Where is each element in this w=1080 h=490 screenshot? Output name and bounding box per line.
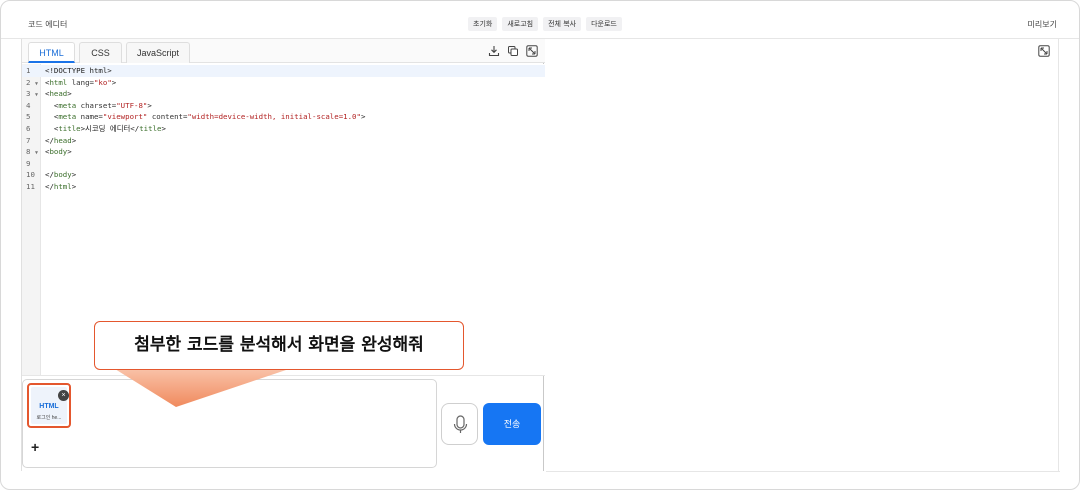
code-token: title — [139, 124, 162, 133]
code-line[interactable]: 2 ▼ <html lang="ko"> — [22, 77, 545, 89]
code-line[interactable]: 8 ▼ <body> — [22, 146, 545, 158]
line-number: 4 — [26, 100, 31, 110]
code-token: lang= — [67, 77, 94, 87]
line-number: 9 — [26, 158, 31, 168]
code-token: "ko" — [93, 77, 112, 87]
code-token: >시코딩 에디터</ — [80, 124, 140, 133]
code-text: <head> — [45, 88, 72, 100]
tab-css[interactable]: CSS — [79, 42, 122, 63]
microphone-icon — [453, 415, 468, 433]
code-token: > — [71, 170, 77, 180]
code-text: <title>시코딩 에디터</title> — [45, 123, 166, 135]
code-token: > — [67, 89, 72, 99]
code-text: <body> — [45, 146, 72, 158]
code-token: content= — [147, 112, 188, 122]
code-token: "UTF-8" — [116, 100, 148, 110]
code-token: < — [45, 124, 59, 133]
code-token: </ — [45, 170, 54, 180]
chat-input-box[interactable]: HTML 로그인 he... × + — [22, 379, 437, 468]
code-line[interactable]: 3 ▼ <head> — [22, 88, 545, 100]
line-number: 10 — [26, 170, 35, 180]
reset-button[interactable]: 초기화 — [468, 17, 498, 31]
code-token: head — [49, 89, 68, 99]
attachment-card[interactable]: HTML 로그인 he... × — [27, 383, 71, 428]
code-text: </html> — [45, 181, 76, 193]
code-line[interactable]: 6 <title>시코딩 에디터</title> — [22, 123, 545, 135]
code-line[interactable]: 9 — [22, 158, 545, 170]
preview-expand-icon[interactable] — [1038, 44, 1050, 57]
code-token: html — [49, 77, 68, 87]
code-token: meta — [58, 112, 77, 122]
callout-text: 첨부한 코드를 분석해서 화면을 완성해줘 — [134, 335, 424, 355]
line-number: 5 — [26, 112, 31, 122]
code-text: <meta charset="UTF-8"> — [45, 100, 152, 112]
preview-label: 미리보기 — [1027, 20, 1057, 29]
code-token: html — [53, 182, 72, 191]
code-token: > — [161, 124, 166, 133]
add-attachment-button[interactable]: + — [31, 439, 39, 455]
action-buttons: 초기화 새로고침 전체 복사 다운로드 — [468, 17, 622, 31]
line-number: 1 — [26, 66, 31, 75]
code-token: > — [71, 135, 77, 145]
preview-bottom-border — [546, 471, 1060, 472]
code-text: </head> — [45, 135, 76, 147]
code-line[interactable]: 10 </body> — [22, 169, 545, 181]
line-number: 11 — [26, 182, 35, 191]
attachment-name: 로그인 he... — [36, 415, 62, 421]
tab-html[interactable]: HTML — [28, 42, 75, 63]
refresh-button[interactable]: 새로고침 — [502, 17, 539, 31]
code-text: <!DOCTYPE html> — [45, 65, 112, 77]
code-line[interactable]: 5 <meta name="viewport" content="width=d… — [22, 111, 545, 123]
line-number: 6 — [26, 124, 31, 133]
close-icon[interactable]: × — [58, 390, 69, 401]
code-text: <meta name="viewport" content="width=dev… — [45, 111, 366, 123]
code-token: body — [49, 147, 68, 157]
code-token: "width=device-width, initial-scale=1.0" — [187, 112, 361, 122]
instruction-callout: 첨부한 코드를 분석해서 화면을 완성해줘 — [94, 321, 464, 370]
editor-tabs: HTML CSS JavaScript — [22, 39, 545, 63]
app-title: 코드 에디터 — [28, 20, 68, 29]
code-token: name= — [76, 112, 103, 122]
copy-all-button[interactable]: 전체 복사 — [543, 17, 582, 31]
code-line[interactable]: 1 <!DOCTYPE html> — [22, 65, 545, 77]
code-line[interactable]: 7 </head> — [22, 135, 545, 147]
code-token: > — [71, 182, 77, 191]
app-frame: 코드 에디터 초기화 새로고침 전체 복사 다운로드 미리보기 HTML CSS… — [0, 0, 1080, 490]
code-token: > — [111, 77, 117, 87]
code-token: "viewport" — [102, 112, 148, 122]
code-token: < — [45, 112, 59, 122]
code-token: < — [45, 100, 59, 110]
code-line[interactable]: 11 </html> — [22, 181, 545, 193]
code-token: body — [53, 170, 72, 180]
code-token: > — [360, 112, 366, 122]
attachment-type: HTML — [39, 403, 59, 410]
code-token: head — [53, 135, 72, 145]
mic-button[interactable] — [441, 403, 478, 445]
code-line[interactable]: 4 <meta charset="UTF-8"> — [22, 100, 545, 112]
code-token: title — [58, 124, 81, 133]
top-bar: 코드 에디터 초기화 새로고침 전체 복사 다운로드 미리보기 — [1, 1, 1079, 39]
copy-icon[interactable] — [507, 44, 519, 56]
code-token: meta — [58, 100, 77, 110]
line-number: 7 — [26, 135, 31, 145]
download-icon[interactable] — [488, 44, 500, 57]
preview-pane — [546, 39, 1059, 472]
download-button[interactable]: 다운로드 — [586, 17, 622, 31]
code-token: > — [67, 147, 72, 157]
code-token: </ — [45, 135, 54, 145]
editor-divider — [22, 375, 545, 376]
code-token: charset= — [76, 100, 117, 110]
code-text: <html lang="ko"> — [45, 77, 116, 89]
tab-javascript[interactable]: JavaScript — [126, 42, 190, 63]
code-text: </body> — [45, 169, 76, 181]
code-token: </ — [45, 182, 54, 191]
code-token: <!DOCTYPE html> — [45, 66, 112, 75]
send-button[interactable]: 전송 — [483, 403, 541, 445]
editor-toolbar — [488, 44, 538, 57]
expand-icon[interactable] — [526, 44, 538, 57]
code-token: > — [147, 100, 152, 110]
